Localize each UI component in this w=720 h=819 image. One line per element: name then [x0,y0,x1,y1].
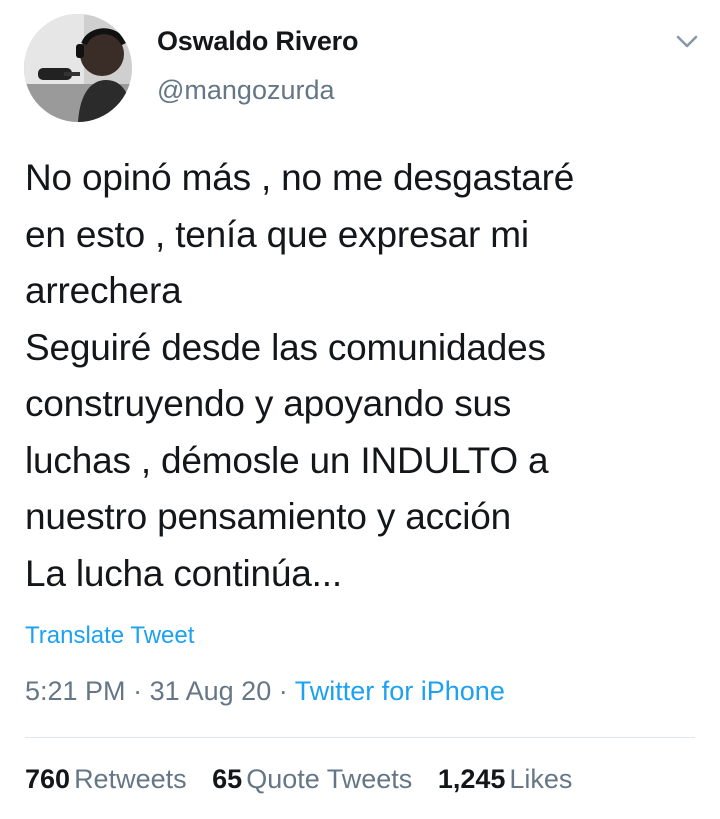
tweet-text: No opinó más , no me desgastaré en esto … [25,150,705,602]
author-display-name[interactable]: Oswaldo Rivero [157,26,358,57]
tweet-stats: 760 Retweets 65 Quote Tweets 1,245 Likes [25,764,590,795]
translate-tweet-link[interactable]: Translate Tweet [25,622,194,650]
tweet-line: en esto , tenía que expresar mi [25,213,529,255]
tweet-line: No opinó más , no me desgastaré [25,157,575,198]
avatar[interactable] [24,14,132,122]
quote-tweets-count: 65 [212,764,243,794]
tweet-meta: 5:21 PM · 31 Aug 20 · Twitter for iPhone [25,676,505,707]
tweet-line: Seguiré desde las comunidades [25,326,546,368]
author-handle[interactable]: @mangozurda [157,75,335,106]
retweets-count: 760 [25,764,71,794]
tweet-line: arrechera [25,270,182,311]
meta-separator: · [278,676,288,706]
tweet-date[interactable]: 31 Aug 20 [150,676,272,706]
likes-count: 1,245 [437,764,506,794]
tweet-time[interactable]: 5:21 PM [25,676,126,706]
tweet-line: luchas , démosle un INDULTO a [25,439,549,481]
retweets-stat[interactable]: 760 Retweets [25,764,187,795]
tweet-line: nuestro pensamiento y acción [25,496,511,537]
chevron-down-icon[interactable] [672,30,702,54]
tweet-source-link[interactable]: Twitter for iPhone [295,676,505,706]
retweets-label: Retweets [74,764,187,794]
quote-tweets-stat[interactable]: 65 Quote Tweets [212,764,412,795]
likes-label: Likes [509,764,573,794]
quote-tweets-label: Quote Tweets [246,764,413,794]
likes-stat[interactable]: 1,245 Likes [438,764,573,795]
meta-separator: · [133,676,143,706]
tweet-line: construyendo y apoyando sus [25,383,512,424]
divider [25,737,695,738]
profile-photo-icon [24,14,132,122]
tweet-line: La lucha continúa... [25,552,342,594]
